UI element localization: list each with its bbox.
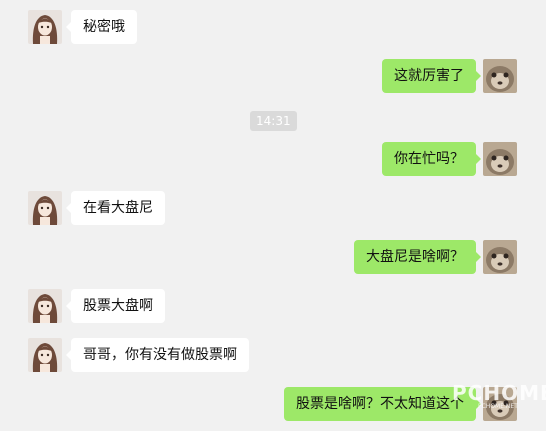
message-row: 股票大盘啊: [0, 289, 546, 325]
message-row: 在看大盘尼: [0, 191, 546, 227]
message-bubble-outgoing[interactable]: 你在忙吗？: [382, 142, 481, 176]
watermark-subtext: PCHOME.NET: [478, 403, 518, 410]
contact-avatar[interactable]: [28, 10, 62, 44]
message-bubble-outgoing[interactable]: 大盘尼是啥啊？: [354, 240, 481, 274]
message-bubble-incoming[interactable]: 哥哥，你有没有做股票啊: [66, 338, 249, 372]
watermark-logo: PCHOME PCHOME.NET: [452, 381, 546, 415]
message-row: 这就厉害了: [0, 59, 546, 95]
message-bubble-outgoing[interactable]: 股票是啥啊？不太知道这个: [284, 387, 481, 421]
contact-avatar[interactable]: [28, 338, 62, 372]
message-bubble-incoming[interactable]: 股票大盘啊: [66, 289, 165, 323]
contact-avatar[interactable]: [28, 289, 62, 323]
message-row: 秘密哦: [0, 10, 546, 46]
message-row: 你在忙吗？: [0, 142, 546, 178]
message-bubble-outgoing[interactable]: 这就厉害了: [382, 59, 481, 93]
message-row: 大盘尼是啥啊？: [0, 240, 546, 276]
message-bubble-incoming[interactable]: 在看大盘尼: [66, 191, 165, 225]
message-row: 哥哥，你有没有做股票啊: [0, 338, 546, 374]
message-bubble-incoming[interactable]: 秘密哦: [66, 10, 137, 44]
user-avatar[interactable]: [483, 142, 517, 176]
watermark-text: PCHOME: [452, 381, 546, 405]
user-avatar[interactable]: [483, 240, 517, 274]
user-avatar[interactable]: [483, 59, 517, 93]
contact-avatar[interactable]: [28, 191, 62, 225]
timestamp: 14:31: [250, 111, 297, 131]
